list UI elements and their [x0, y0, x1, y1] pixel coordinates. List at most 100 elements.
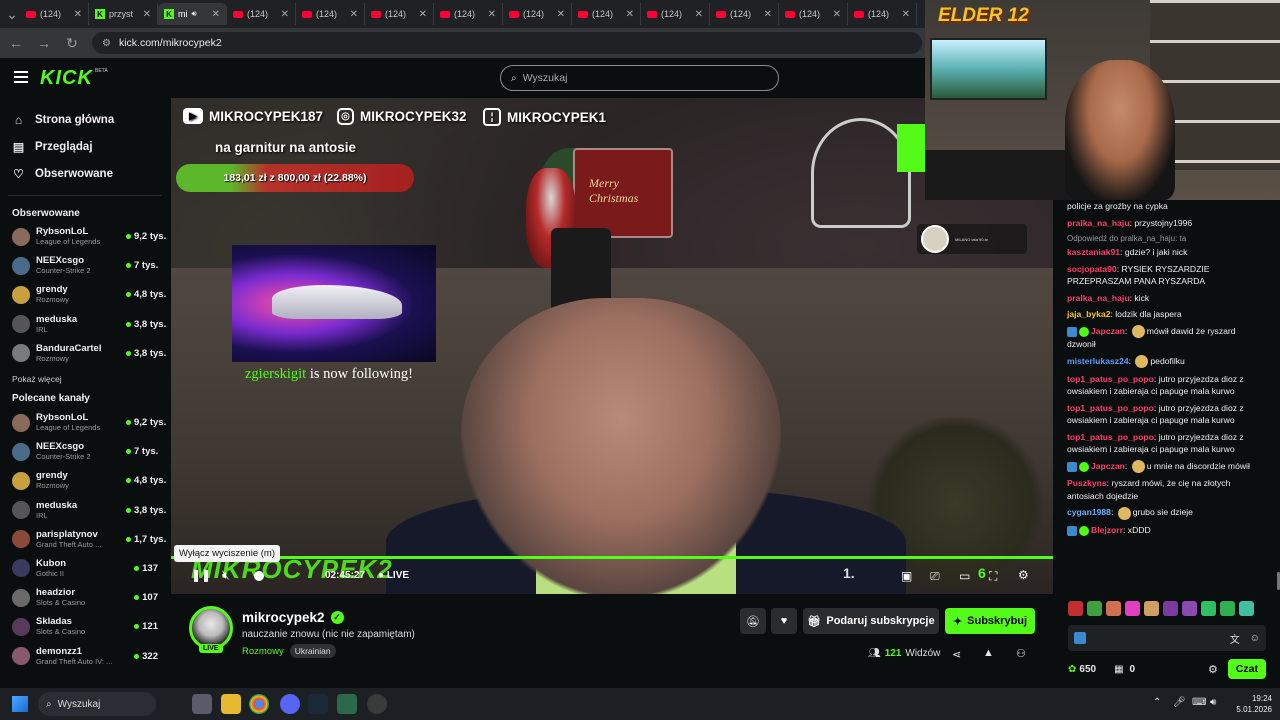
- video-player[interactable]: Merry Christmas ▶ MIKROCYPEK187 ◎ MIKROC…: [171, 98, 1053, 594]
- app-icon[interactable]: [367, 694, 387, 714]
- tab-close-icon[interactable]: ✕: [212, 9, 220, 20]
- translate-icon[interactable]: 文: [1230, 631, 1240, 646]
- chat-username[interactable]: kasztaniak91: [1067, 247, 1120, 257]
- sidebar-channel[interactable]: demonzz1 Grand Theft Auto IV: ... 322: [0, 641, 170, 670]
- menu-icon[interactable]: [14, 71, 28, 83]
- chat-username[interactable]: top1_patus_po_popo: [1067, 403, 1154, 413]
- sidebar-channel[interactable]: NEEXcsgo Counter-Strike 2 7 tys.: [0, 437, 170, 466]
- network-icon[interactable]: ⌨: [1192, 697, 1206, 708]
- chat-message[interactable]: misterlukasz24: pedofilku: [1067, 355, 1265, 369]
- pip-icon[interactable]: ▣: [901, 569, 912, 583]
- chat-input-box[interactable]: 文 ☺: [1068, 625, 1266, 651]
- share-icon[interactable]: ⋖: [952, 648, 961, 661]
- muted-icon[interactable]: 🔇︎: [222, 568, 230, 583]
- emote-icon[interactable]: [1239, 601, 1254, 616]
- sidebar-channel[interactable]: meduska IRL 3,8 tys.: [0, 310, 170, 339]
- browser-tab[interactable]: (124) ✕: [848, 3, 917, 25]
- chat-username[interactable]: Blejzorr: [1091, 525, 1123, 535]
- xbox-icon[interactable]: [337, 694, 357, 714]
- emote-icon[interactable]: [1201, 601, 1216, 616]
- chat-username[interactable]: cygan1988: [1067, 507, 1111, 517]
- search-input[interactable]: [522, 72, 753, 84]
- user-menu-icon[interactable]: ⚇: [1016, 647, 1026, 660]
- emoji-icon[interactable]: ☺: [1250, 633, 1260, 644]
- browser-tab[interactable]: (124) ✕: [20, 3, 89, 25]
- emote-icon[interactable]: [1163, 601, 1178, 616]
- browser-tab[interactable]: (124) ✕: [365, 3, 434, 25]
- sidebar-channel[interactable]: Skladas Slots & Casino 121: [0, 612, 170, 641]
- chat-message[interactable]: Odpowiedź do pralka_na_haju: ta kasztania…: [1067, 233, 1265, 258]
- chat-username[interactable]: pralka_na_haju: [1067, 218, 1130, 228]
- chat-message[interactable]: socjopata90: RYSIEK RYSZARDZIE PRZEPRASZ…: [1067, 263, 1265, 288]
- browser-tab[interactable]: (124) ✕: [296, 3, 365, 25]
- chat-username[interactable]: socjopata90: [1067, 264, 1117, 274]
- chat-input[interactable]: [1094, 632, 1224, 644]
- tab-close-icon[interactable]: ✕: [557, 9, 565, 20]
- show-more-link[interactable]: Pokaż więcej: [0, 368, 170, 390]
- tab-list-icon[interactable]: ⌄: [4, 6, 20, 23]
- emote-icon[interactable]: [1220, 601, 1235, 616]
- tab-audio-icon[interactable]: 🔊︎: [192, 9, 197, 19]
- subscribe-button[interactable]: ✦ Subskrybuj: [945, 608, 1035, 634]
- browser-tab[interactable]: Kmi 🔊︎ ✕: [158, 3, 227, 25]
- gift-icon[interactable]: ▦: [1114, 664, 1123, 675]
- notification-button[interactable]: 🔕︎: [740, 608, 766, 634]
- volume-icon[interactable]: 🔊︎: [1210, 697, 1216, 708]
- chat-message[interactable]: Blejzorr: xDDD: [1067, 524, 1265, 536]
- system-clock[interactable]: 19:24 5.01.2026: [1228, 693, 1272, 715]
- sidebar-channel[interactable]: parisplatynov Grand Theft Auto ... 1,7 tys…: [0, 525, 170, 554]
- tab-close-icon[interactable]: ✕: [488, 9, 496, 20]
- browser-tab[interactable]: (124) ✕: [227, 3, 296, 25]
- tab-close-icon[interactable]: ✕: [902, 9, 910, 20]
- sidebar-channel[interactable]: grendy Rozmowy 4,8 tys.: [0, 280, 170, 309]
- chat-username[interactable]: Japczan: [1091, 461, 1125, 471]
- pause-icon[interactable]: ❚❚: [191, 568, 211, 582]
- chat-settings-icon[interactable]: ⚙: [1208, 663, 1218, 676]
- browser-tab[interactable]: (124) ✕: [710, 3, 779, 25]
- browser-tab[interactable]: Kprzyst ✕: [89, 3, 158, 25]
- file-explorer-icon[interactable]: [221, 694, 241, 714]
- sidebar-channel[interactable]: headzior Slots & Casino 107: [0, 583, 170, 612]
- taskbar-search[interactable]: ⌕ Wyszukaj: [38, 692, 156, 716]
- stream-category[interactable]: Rozmowy: [242, 646, 284, 657]
- reload-icon[interactable]: ↻: [64, 35, 80, 52]
- fullscreen-icon[interactable]: ⛶: [989, 569, 997, 584]
- discord-icon[interactable]: [280, 694, 300, 714]
- task-view-icon[interactable]: [192, 694, 212, 714]
- sidebar-channel[interactable]: meduska IRL 3,8 tys.: [0, 496, 170, 525]
- emote-icon[interactable]: [1144, 601, 1159, 616]
- chat-message[interactable]: top1_patus_po_popo: jutro przyjezdza dio…: [1067, 373, 1265, 398]
- chat-username[interactable]: top1_patus_po_popo: [1067, 374, 1154, 384]
- sidebar-nav-item[interactable]: ⌂ Strona główna: [0, 106, 170, 133]
- chat-username[interactable]: Puszkyns: [1067, 478, 1107, 488]
- channel-name[interactable]: mikrocypek2: [242, 610, 325, 625]
- clip-icon[interactable]: ⎚: [930, 569, 940, 584]
- chat-username[interactable]: misterlukasz24: [1067, 356, 1129, 366]
- chat-message[interactable]: pralka_na_haju: przystojny1996: [1067, 217, 1265, 229]
- back-icon[interactable]: ←: [8, 35, 24, 51]
- browser-tab[interactable]: (124) ✕: [503, 3, 572, 25]
- chrome-icon[interactable]: [249, 694, 269, 714]
- tab-close-icon[interactable]: ✕: [695, 9, 703, 20]
- theater-mode-icon[interactable]: ▭: [959, 569, 970, 583]
- sidebar-channel[interactable]: grendy Rozmowy 4,8 tys.: [0, 466, 170, 495]
- sidebar-channel[interactable]: Kubon Gothic II 137: [0, 554, 170, 583]
- search-box[interactable]: ⌕: [500, 65, 779, 91]
- tab-close-icon[interactable]: ✕: [419, 9, 427, 20]
- steam-icon[interactable]: [308, 694, 328, 714]
- tray-chevron-icon[interactable]: ⌃: [1153, 697, 1161, 708]
- chat-message[interactable]: top1_patus_po_popo: jutro przyjezdza dio…: [1067, 402, 1265, 427]
- kick-badge-icon[interactable]: [1074, 632, 1086, 644]
- tab-close-icon[interactable]: ✕: [74, 9, 82, 20]
- tab-close-icon[interactable]: ✕: [350, 9, 358, 20]
- stream-tag[interactable]: Ukrainian: [289, 644, 336, 658]
- windows-start-icon[interactable]: [12, 696, 28, 712]
- microphone-icon[interactable]: 🎤︎: [1173, 697, 1186, 708]
- sidebar-nav-item[interactable]: ▤ Przeglądaj: [0, 133, 170, 160]
- sidebar-channel[interactable]: RybsonLoL League of Legends 9,2 tys.: [0, 222, 170, 251]
- emote-icon[interactable]: [1125, 601, 1140, 616]
- emote-icon[interactable]: [1182, 601, 1197, 616]
- emote-icon[interactable]: [1106, 601, 1121, 616]
- emote-icon[interactable]: [1087, 601, 1102, 616]
- sidebar-channel[interactable]: NEEXcsgo Counter-Strike 2 7 tys.: [0, 251, 170, 280]
